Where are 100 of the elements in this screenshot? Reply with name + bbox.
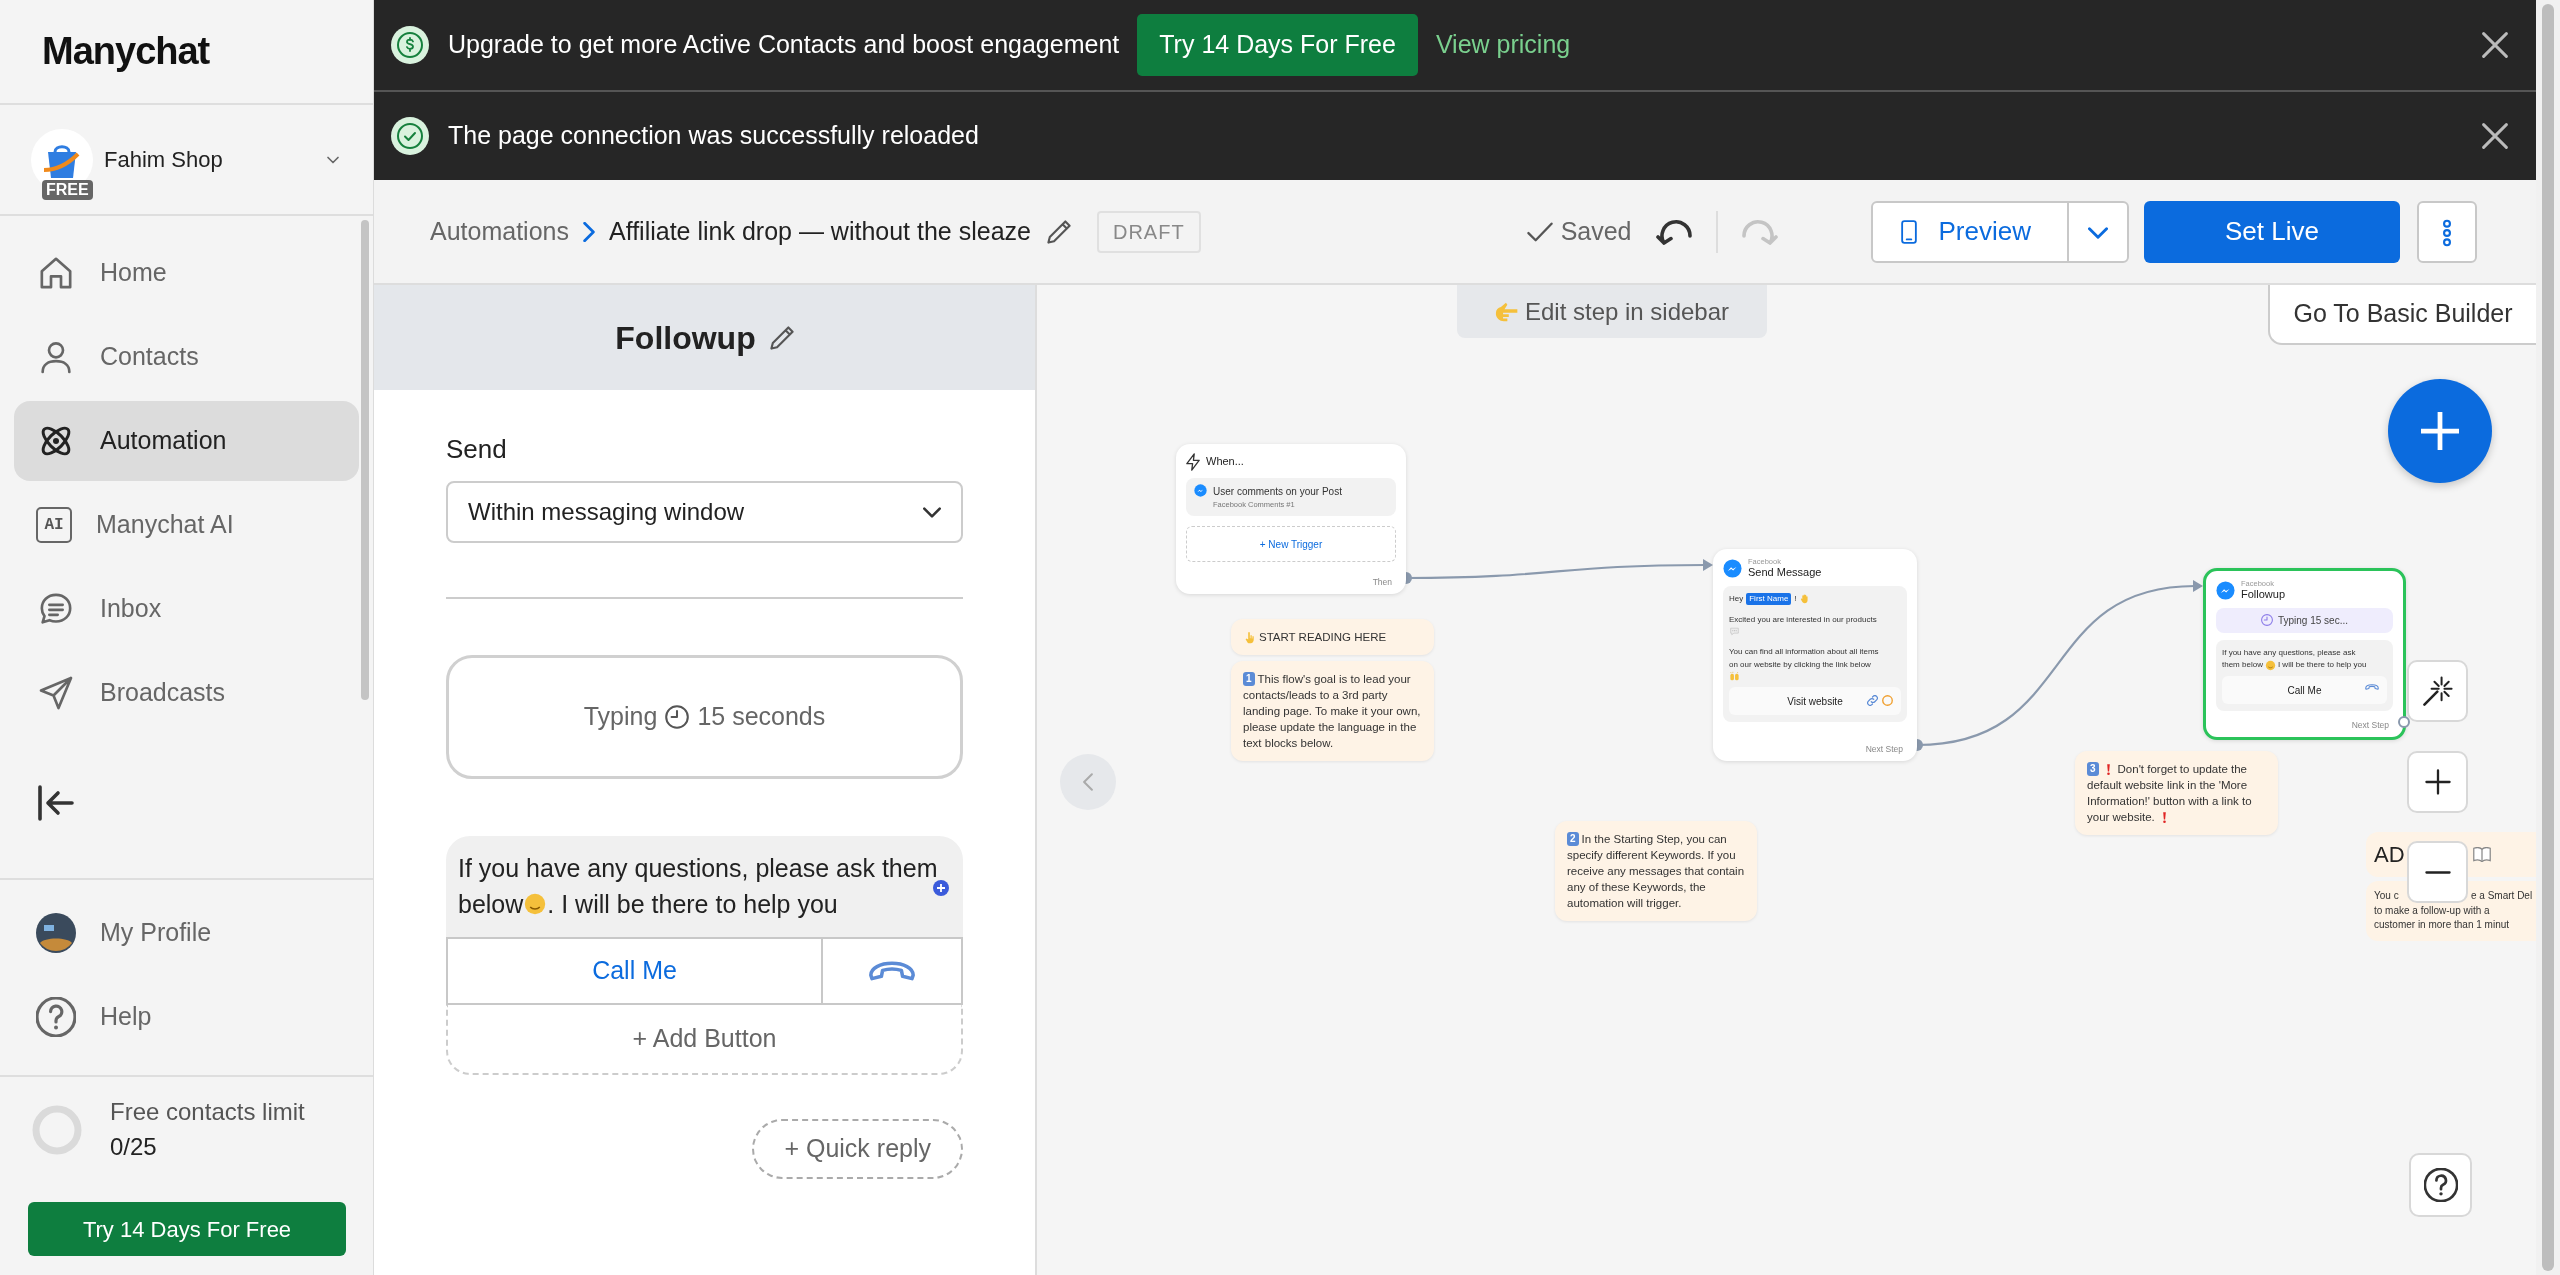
message-text: If you have any questions, please ask <box>2222 646 2356 659</box>
pointing-hand-icon <box>1243 630 1256 644</box>
message-button[interactable]: Call Me <box>2222 676 2387 705</box>
note-text: to make a follow-up with a <box>2374 904 2490 916</box>
sidebar-item[interactable]: Contacts <box>14 317 359 397</box>
smiley-icon <box>523 892 548 917</box>
sidebar-item[interactable]: Automation <box>14 401 359 481</box>
scrollbar[interactable] <box>2542 4 2554 1271</box>
collapse-sidebar-icon[interactable] <box>38 785 74 821</box>
account-switcher[interactable]: FREE Fahim Shop <box>0 105 373 216</box>
scrollbar[interactable] <box>361 220 369 700</box>
pencil-icon[interactable] <box>769 325 794 350</box>
pricing-link[interactable]: View pricing <box>1435 26 1571 64</box>
logo: Manychat <box>42 29 210 74</box>
note-text: contacts/leads to a 3rd party <box>1243 688 1388 704</box>
node-title: Followup <box>2241 587 2286 601</box>
note-text: landing page. To make it your own, <box>1243 704 1421 720</box>
phone-handset-icon <box>868 960 916 981</box>
basic-builder-button[interactable]: Go To Basic Builder <box>2268 285 2536 345</box>
plus-icon <box>2421 412 2459 450</box>
sidebar-item[interactable]: Home <box>14 233 359 313</box>
sidebar-label: Contacts <box>100 341 199 373</box>
add-icon[interactable] <box>933 880 949 896</box>
banner-text: Upgrade to get more Active Contacts and boost engagement <box>448 29 1120 61</box>
clock-icon <box>2260 614 2273 627</box>
step-title: Followup <box>615 318 756 358</box>
note-text: please update the language in the <box>1243 720 1417 736</box>
close-icon[interactable] <box>2482 32 2508 58</box>
more-button[interactable] <box>2417 200 2477 263</box>
lightning-icon <box>1186 453 1200 471</box>
note-text: text blocks below. <box>1243 736 1334 752</box>
number-badge: 1 <box>1243 672 1255 687</box>
send-select[interactable]: Within messaging window <box>446 481 963 543</box>
message-text: You can find all information about all items <box>1729 646 1879 659</box>
trial-button[interactable]: Try 14 Days For Free <box>1137 14 1418 76</box>
note-text: Don't forget to update the <box>2117 762 2247 777</box>
magic-wand-icon <box>2422 676 2453 706</box>
phone-icon <box>1900 218 1917 245</box>
quick-reply-button[interactable]: + Quick reply <box>752 1118 963 1179</box>
note-text: In the Starting Step, you can <box>1581 832 1727 847</box>
message-text: If you have any questions, please ask them <box>458 853 938 884</box>
note-text: e a Smart Del <box>2471 890 2533 901</box>
field-label: Send <box>446 433 508 466</box>
number-badge: 2 <box>1567 832 1579 847</box>
set-live-button[interactable]: Set Live <box>2144 200 2400 263</box>
sidebar-item[interactable]: Broadcasts <box>14 653 359 733</box>
sidebar-item[interactable]: Help <box>14 977 359 1057</box>
help-icon <box>2423 1168 2458 1202</box>
sidebar-item[interactable]: AI Manychat AI <box>14 485 359 565</box>
plus-icon <box>2424 769 2451 795</box>
sidebar-item[interactable]: Inbox <box>14 569 359 649</box>
sidebar-item[interactable]: My Profile <box>14 893 359 973</box>
note-text: You c <box>2374 889 2400 903</box>
pencil-icon[interactable] <box>1046 219 1071 244</box>
chevron-down-icon <box>2088 227 2108 240</box>
message-button[interactable]: Visit website <box>1729 687 1901 716</box>
trigger-label: User comments on your Post <box>1213 485 1342 499</box>
message-bubble[interactable]: If you have any questions, please ask them below . I will be there to help you <box>446 836 963 937</box>
output-label: Next Step <box>1865 743 1903 756</box>
close-icon[interactable] <box>2482 123 2508 149</box>
help-button[interactable] <box>2409 1153 2472 1217</box>
message-text: . I will be there to help you <box>547 889 838 921</box>
chevron-down-icon <box>923 506 941 518</box>
node-title: Send Message <box>1748 565 1822 579</box>
message-text: below <box>458 889 524 921</box>
typing-block[interactable]: Typing 15 seconds <box>446 655 963 779</box>
ai-icon: AI <box>36 507 72 543</box>
message-text: I will be there to help you <box>2277 659 2367 672</box>
banner-text: The page connection was successfully reloaded <box>448 120 979 152</box>
clock-icon <box>665 705 690 729</box>
number-badge: 3 <box>2087 762 2099 777</box>
note-title: AD <box>2374 841 2406 869</box>
note-text: any of these Keywords, the <box>1567 880 1706 896</box>
output-label: Next Step <box>2351 719 2389 732</box>
output-port[interactable] <box>2398 716 2410 728</box>
note-text: your website. <box>2087 810 2155 826</box>
new-trigger-button[interactable]: + New Trigger <box>1186 526 1396 563</box>
note-text: This flow's goal is to lead your <box>1257 672 1411 687</box>
link-icon <box>1867 695 1878 707</box>
breadcrumb-link[interactable]: Automations <box>430 212 569 251</box>
minus-icon <box>2424 870 2451 874</box>
zoom-in-button[interactable] <box>2407 751 2468 813</box>
magic-button[interactable] <box>2407 660 2468 722</box>
add-button[interactable]: + Add Button <box>446 1004 963 1075</box>
plan-badge: FREE <box>42 179 93 200</box>
messenger-icon <box>1194 484 1207 497</box>
sidebar-label: Help <box>100 1001 152 1033</box>
add-step-button[interactable] <box>2388 379 2492 483</box>
chevron-right-icon <box>582 221 595 242</box>
message-text: Hey <box>1729 592 1744 605</box>
note-text: receive any messages that contain <box>1567 864 1745 880</box>
messenger-icon <box>1723 558 1742 578</box>
trial-button[interactable]: Try 14 Days For Free <box>28 1202 346 1256</box>
circle-icon <box>1882 695 1893 707</box>
status-tag: DRAFT <box>1096 210 1201 253</box>
variable-tag: First Name <box>1746 592 1792 606</box>
speech-bubble-icon <box>1729 626 1740 638</box>
message-text: Excited you are interested in our products <box>1729 614 1877 627</box>
phone-handset-icon <box>2365 684 2379 691</box>
sidebar-label: Home <box>100 257 167 289</box>
